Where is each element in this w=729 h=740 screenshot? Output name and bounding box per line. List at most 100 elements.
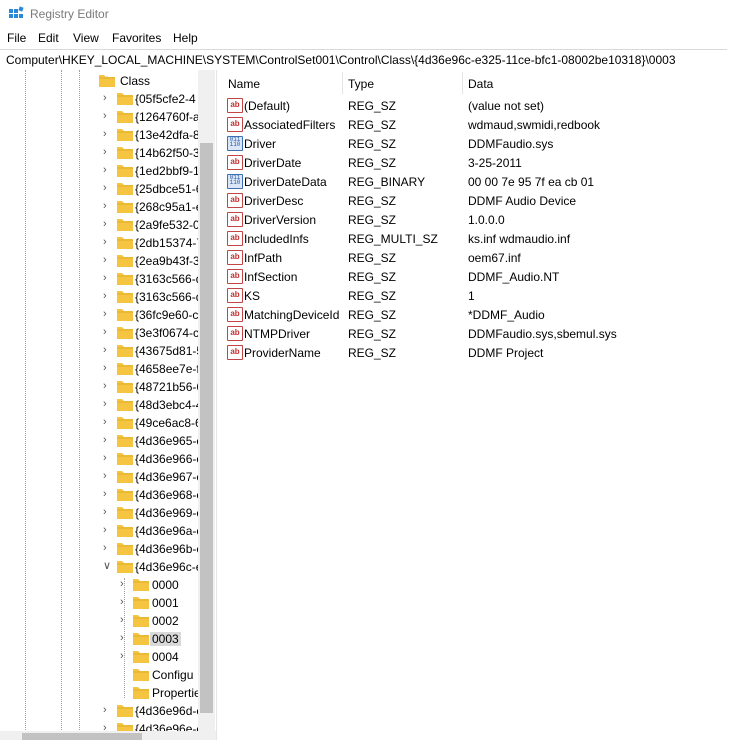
chevron-right-icon[interactable]: › [103,398,113,410]
tree-node-subkey[interactable]: › 0003 [0,630,200,648]
chevron-right-icon[interactable]: › [103,416,113,428]
chevron-right-icon[interactable]: › [103,380,113,392]
chevron-right-icon[interactable]: › [103,128,113,140]
tree-node-key[interactable]: › {4658ee7e-f [0,360,200,378]
value-row[interactable]: ab AssociatedFilters REG_SZ wdmaud,swmidi,r… [222,115,729,134]
tree-node-key[interactable]: › {4d36e96b-e [0,540,203,558]
tree-node-key[interactable]: › {4d36e96d-e [0,702,203,720]
chevron-right-icon[interactable]: › [120,632,130,644]
tree-node-key[interactable]: › {3163c566-d [0,270,202,288]
chevron-down-icon[interactable]: ∨ [103,560,113,572]
menu-view[interactable]: View [73,31,99,45]
tree-node-key[interactable]: › {2db15374-7 [0,234,203,252]
value-row[interactable]: ab InfPath REG_SZ oem67.inf [222,248,729,267]
chevron-right-icon[interactable]: › [103,344,113,356]
chevron-right-icon[interactable]: › [103,362,113,374]
tree-node-key[interactable]: › {43675d81-5 [0,342,203,360]
column-header-type[interactable]: Type [342,70,462,96]
tree-node-key[interactable]: › {4d36e969-e [0,504,203,522]
chevron-right-icon[interactable]: › [103,326,113,338]
value-row[interactable]: ab DriverDesc REG_SZ DDMF Audio Device [222,191,729,210]
chevron-right-icon[interactable]: › [103,110,113,122]
tree-node-subkey[interactable]: › 0002 [0,612,200,630]
menu-file[interactable]: File [7,31,26,45]
tree-node-key[interactable]: › {25dbce51-6 [0,180,202,198]
address-path[interactable]: Computer\HKEY_LOCAL_MACHINE\SYSTEM\Contr… [6,53,676,67]
chevron-right-icon[interactable]: › [103,182,113,194]
chevron-right-icon[interactable]: › [103,164,113,176]
chevron-right-icon[interactable]: › [103,524,113,536]
chevron-right-icon[interactable]: › [120,578,130,590]
chevron-right-icon[interactable]: › [103,542,113,554]
tree-node-key[interactable]: › {36fc9e60-c [0,306,200,324]
values-list[interactable]: Name Type Data ab (Default) REG_SZ (value n… [222,70,729,740]
tree-node-subkey[interactable]: › 0001 [0,594,200,612]
tree-node-key[interactable]: › {1ed2bbf9-1 [0,162,200,180]
menu-help[interactable]: Help [173,31,198,45]
chevron-right-icon[interactable]: › [103,434,113,446]
tree-node-key[interactable]: › {13e42dfa-8 [0,126,200,144]
chevron-right-icon[interactable]: › [103,488,113,500]
chevron-right-icon[interactable]: › [103,236,113,248]
chevron-right-icon[interactable]: › [103,470,113,482]
tree-node-key[interactable]: › {4d36e96a-e [0,522,203,540]
tree-node-key[interactable]: › {4d36e966-e [0,450,203,468]
chevron-right-icon[interactable]: › [103,704,113,716]
chevron-right-icon[interactable]: › [120,614,130,626]
value-row[interactable]: ab KS REG_SZ 1 [222,286,729,305]
column-header-name[interactable]: Name [222,70,342,96]
tree-node-subkey[interactable]: › 0000 [0,576,200,594]
chevron-right-icon[interactable]: › [103,452,113,464]
value-row[interactable]: ab ProviderName REG_SZ DDMF Project [222,343,729,362]
tree-node-key[interactable]: › {4d36e965-e [0,432,203,450]
address-bar[interactable]: Computer\HKEY_LOCAL_MACHINE\SYSTEM\Contr… [0,49,727,71]
tree-node-key[interactable]: › {3163c566-d [0,288,202,306]
chevron-right-icon[interactable]: › [103,254,113,266]
value-row[interactable]: ab MatchingDeviceId REG_SZ *DDMF_Audio [222,305,729,324]
value-row[interactable]: ab DriverDate REG_SZ 3-25-2011 [222,153,729,172]
value-type: REG_SZ [348,137,397,151]
value-row[interactable]: 011 110 DriverDateData REG_BINARY 00 00 7e … [222,172,729,191]
column-header-data[interactable]: Data [462,70,722,96]
tree-node-subkey[interactable]: Configu [0,666,200,684]
chevron-right-icon[interactable]: › [103,146,113,158]
tree-node-class[interactable]: ∨ Class [0,72,200,90]
tree-node-key[interactable]: › {268c95a1-e [0,198,202,216]
tree-node-key[interactable]: ∨ {4d36e96c-e [0,558,202,576]
tree-node-key[interactable]: › {4d36e968-e [0,486,203,504]
chevron-right-icon[interactable]: › [120,596,130,608]
tree-node-key[interactable]: › {3e3f0674-c [0,324,200,342]
tree-node-key[interactable]: › {1264760f-a [0,108,200,126]
value-row[interactable]: ab IncludedInfs REG_MULTI_SZ ks.inf wdmaudi… [222,229,729,248]
value-row[interactable]: ab InfSection REG_SZ DDMF_Audio.NT [222,267,729,286]
tree-horizontal-scroll-thumb[interactable] [22,733,142,740]
chevron-right-icon[interactable]: › [103,92,113,104]
chevron-right-icon[interactable]: › [103,218,113,230]
tree-node-key[interactable]: › {05f5cfe2-4 [0,90,200,108]
tree-node-subkey[interactable]: Propertie [0,684,201,702]
tree-node-key[interactable]: › {48d3ebc4-4 [0,396,202,414]
value-row[interactable]: 011 110 Driver REG_SZ DDMFaudio.sys [222,134,729,153]
value-row[interactable]: ab DriverVersion REG_SZ 1.0.0.0 [222,210,729,229]
menu-edit[interactable]: Edit [38,31,59,45]
key-tree[interactable]: ∨ Class › {05f5cfe2-4 › {1264760f-a › {13e42d… [0,70,216,740]
value-name: DriverVersion [244,213,317,227]
tree-node-key[interactable]: › {14b62f50-3 [0,144,200,162]
chevron-right-icon[interactable]: › [103,308,113,320]
tree-node-label: {4d36e967-e [135,470,204,484]
menu-favorites[interactable]: Favorites [112,31,161,45]
tree-node-key[interactable]: › {49ce6ac8-6 [0,414,202,432]
tree-node-subkey[interactable]: › 0004 [0,648,200,666]
chevron-right-icon[interactable]: › [120,650,130,662]
value-row[interactable]: ab NTMPDriver REG_SZ DDMFaudio.sys,sbemul.s… [222,324,729,343]
tree-node-key[interactable]: › {48721b56-6 [0,378,203,396]
chevron-right-icon[interactable]: › [103,290,113,302]
tree-node-key[interactable]: › {2a9fe532-0 [0,216,200,234]
tree-node-key[interactable]: › {2ea9b43f-3 [0,252,200,270]
chevron-right-icon[interactable]: › [103,272,113,284]
chevron-right-icon[interactable]: › [103,200,113,212]
chevron-right-icon[interactable]: › [103,506,113,518]
tree-vertical-scroll-thumb[interactable] [200,143,213,713]
tree-node-key[interactable]: › {4d36e967-e [0,468,204,486]
value-row[interactable]: ab (Default) REG_SZ (value not set) [222,96,729,115]
